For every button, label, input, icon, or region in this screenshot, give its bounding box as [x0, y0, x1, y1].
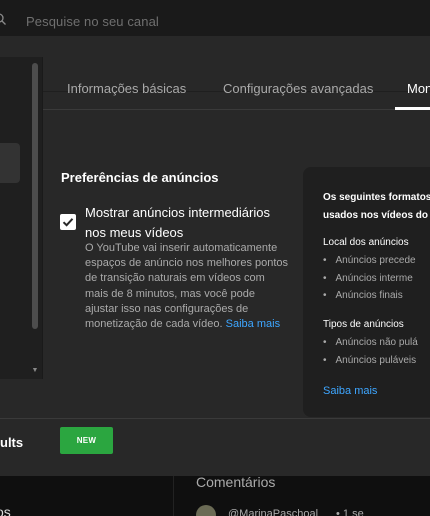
ad-preferences-title: Preferências de anúncios [61, 170, 219, 185]
tab-bar: Informações básicas Configurações avança… [43, 57, 430, 110]
dialog-footer: ults NEW [0, 418, 430, 476]
scroll-down-arrow-icon[interactable]: ▼ [31, 367, 39, 375]
left-panel-item[interactable] [0, 143, 20, 183]
learn-more-link[interactable]: Saiba mais [226, 318, 280, 330]
active-tab-indicator [395, 107, 430, 110]
ad-types-list: Anúncios não pulá Anúncios puláveis [323, 334, 418, 369]
list-item: Anúncios puláveis [323, 352, 418, 370]
scrollbar[interactable] [32, 63, 38, 329]
divider [173, 476, 174, 516]
list-item: Anúncios não pulá [323, 334, 418, 352]
ad-location-heading: Local dos anúncios [323, 237, 409, 248]
tab-monetization[interactable]: Mon [407, 81, 430, 96]
ad-types-heading: Tipos de anúncios [323, 319, 404, 330]
comments-title: Comentários [196, 474, 276, 490]
ad-formats-info-box: Os seguintes formatos usados nos vídeos … [303, 167, 430, 417]
checkmark-icon [62, 218, 74, 227]
list-item: Anúncios interme [323, 270, 416, 288]
info-intro: Os seguintes formatos usados nos vídeos … [323, 189, 430, 225]
midroll-ads-description-text: O YouTube vai inserir automaticamente es… [85, 242, 289, 331]
comment-time: • 1 se [336, 508, 364, 516]
tab-advanced-settings[interactable]: Configurações avançadas [223, 81, 373, 96]
info-intro-line: Os seguintes formatos [323, 192, 430, 203]
top-search-bar: Pesquise no seu canal [0, 0, 430, 36]
midroll-ads-checkbox[interactable] [60, 214, 76, 230]
left-panel: ▼ [0, 57, 42, 379]
search-input[interactable]: Pesquise no seu canal [26, 14, 159, 29]
search-icon[interactable] [0, 12, 6, 25]
comment-author[interactable]: @MarinaPaschoal [228, 508, 318, 516]
tab-basic-info[interactable]: Informações básicas [67, 81, 186, 96]
list-item: Anúncios precede [323, 252, 416, 270]
info-intro-line: usados nos vídeos do c [323, 210, 430, 221]
midroll-ads-label[interactable]: Mostrar anúncios intermediários nos meus… [85, 203, 285, 243]
page-text-fragment: os [0, 504, 11, 516]
midroll-ads-description: O YouTube vai inserir automaticamente es… [85, 241, 290, 332]
ad-location-list: Anúncios precede Anúncios interme Anúnci… [323, 252, 416, 305]
new-button[interactable]: NEW [60, 427, 113, 454]
results-label: ults [0, 435, 24, 450]
list-item: Anúncios finais [323, 287, 416, 305]
info-learn-more-link[interactable]: Saiba mais [323, 385, 377, 397]
